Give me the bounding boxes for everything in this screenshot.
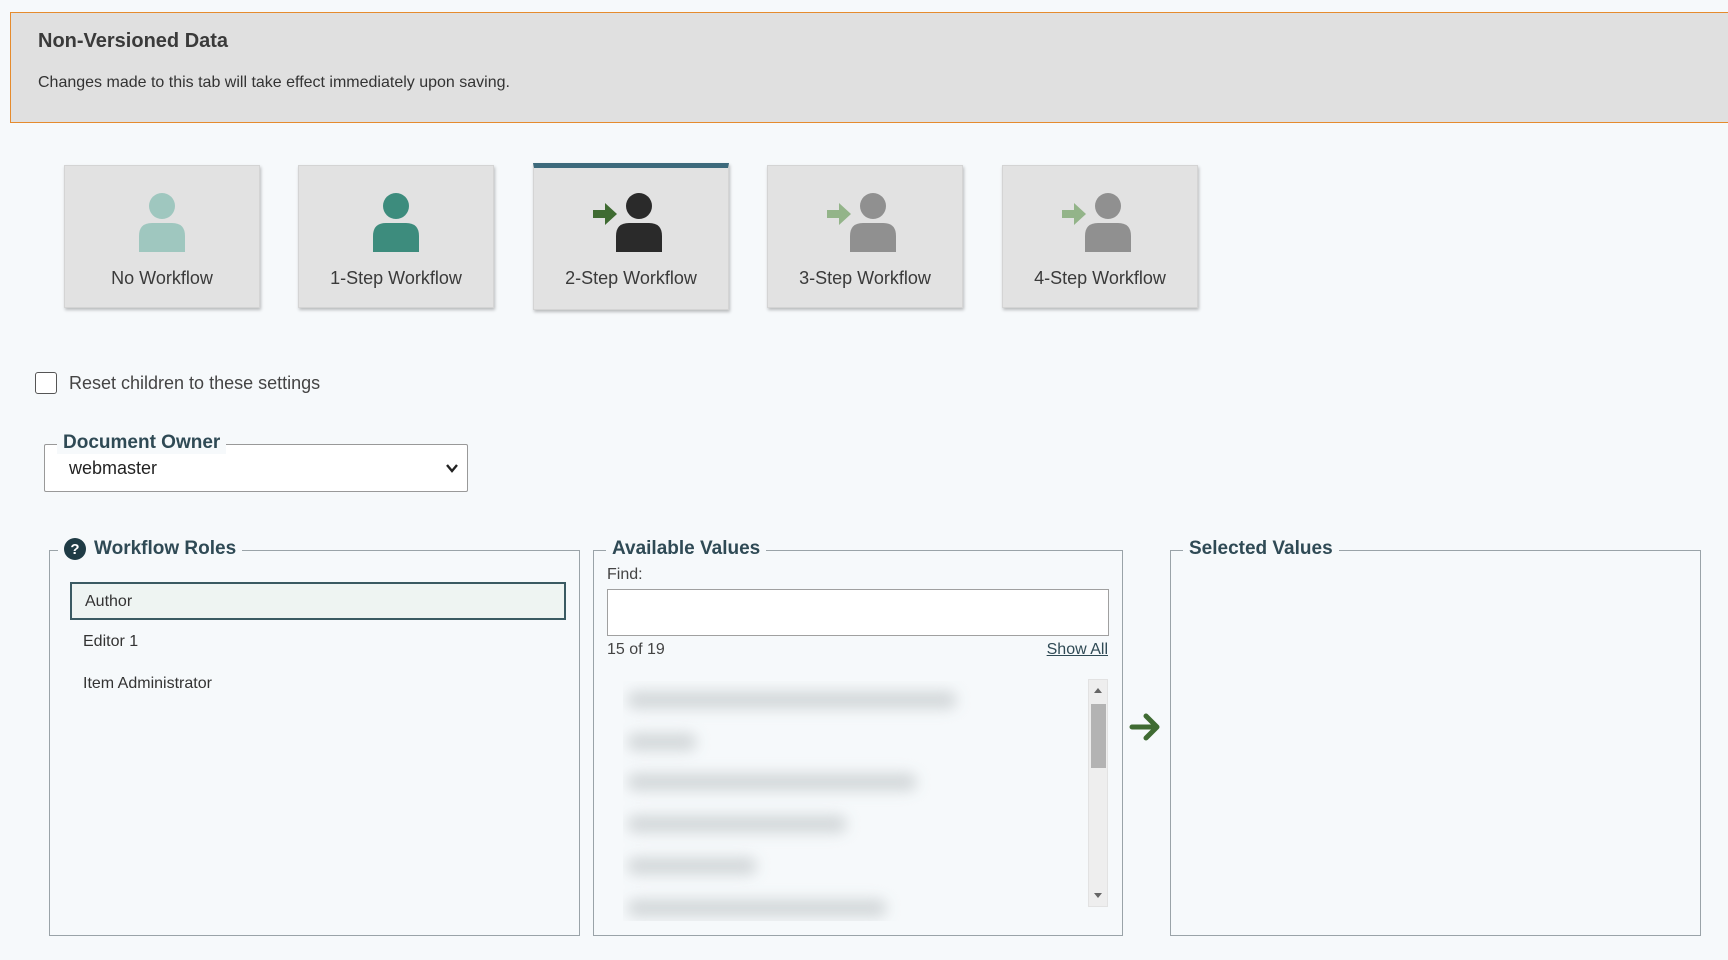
scroll-down-icon[interactable] [1089,888,1107,904]
four-step-workflow-button[interactable]: 4-Step Workflow [1002,165,1198,308]
notice-title: Non-Versioned Data [38,30,229,52]
document-owner-legend: Document Owner [57,432,227,454]
workflow-label: 2-Step Workflow [565,268,697,288]
user-icon [139,193,185,252]
scrollbar-thumb[interactable] [1091,704,1106,768]
available-values-list[interactable] [623,681,1089,921]
selected-values-legend-text: Selected Values [1189,538,1333,559]
two-step-workflow-button[interactable]: 2-Step Workflow [533,163,729,310]
find-label: Find: [607,566,643,583]
role-item-author[interactable]: Author [70,582,566,620]
selected-values-legend: Selected Values [1183,538,1339,560]
document-owner-select[interactable]: Document Owner webmaster [44,432,468,492]
user-icon [373,193,419,252]
document-owner-value: webmaster [69,458,158,478]
reset-children-checkbox[interactable] [35,372,57,394]
user-arrow-icon [827,193,896,252]
available-values-scrollbar[interactable] [1088,679,1108,907]
workflow-label: 4-Step Workflow [1034,268,1166,288]
available-values-legend-text: Available Values [612,538,761,559]
workflow-label: No Workflow [111,268,213,288]
notice-text: Changes made to this tab will take effec… [38,74,510,91]
scroll-up-icon[interactable] [1089,682,1107,698]
non-versioned-notice: Non-Versioned Data Changes made to this … [10,12,1728,123]
role-item-item-administrator[interactable]: Item Administrator [70,666,566,704]
available-count: 15 of 19 [607,641,665,658]
three-step-workflow-button[interactable]: 3-Step Workflow [767,165,963,308]
workflow-roles-panel: ? Workflow Roles Author Editor 1 Item Ad… [49,538,580,936]
move-right-arrow-icon[interactable] [1129,710,1163,744]
role-item-editor-1[interactable]: Editor 1 [70,624,566,662]
available-values-legend: Available Values [606,538,767,560]
user-arrow-icon [1062,193,1131,252]
user-arrow-icon [593,193,662,252]
reset-children-label[interactable]: Reset children to these settings [69,373,320,394]
workflow-label: 1-Step Workflow [330,268,462,288]
reset-children-row: Reset children to these settings [35,372,320,394]
selected-values-panel: Selected Values [1170,538,1701,936]
workflow-roles-legend-text: Workflow Roles [94,538,237,559]
help-icon[interactable]: ? [64,538,86,560]
workflow-roles-legend: ? Workflow Roles [58,538,243,560]
show-all-link[interactable]: Show All [1047,641,1108,659]
document-owner-legend-text: Document Owner [63,432,221,453]
one-step-workflow-button[interactable]: 1-Step Workflow [298,165,494,308]
chevron-down-icon [446,464,458,473]
no-workflow-button[interactable]: No Workflow [64,165,260,308]
available-values-panel: Available Values Find: 15 of 19 Show All [593,538,1123,936]
find-input[interactable] [607,589,1109,636]
workflow-label: 3-Step Workflow [799,268,931,288]
